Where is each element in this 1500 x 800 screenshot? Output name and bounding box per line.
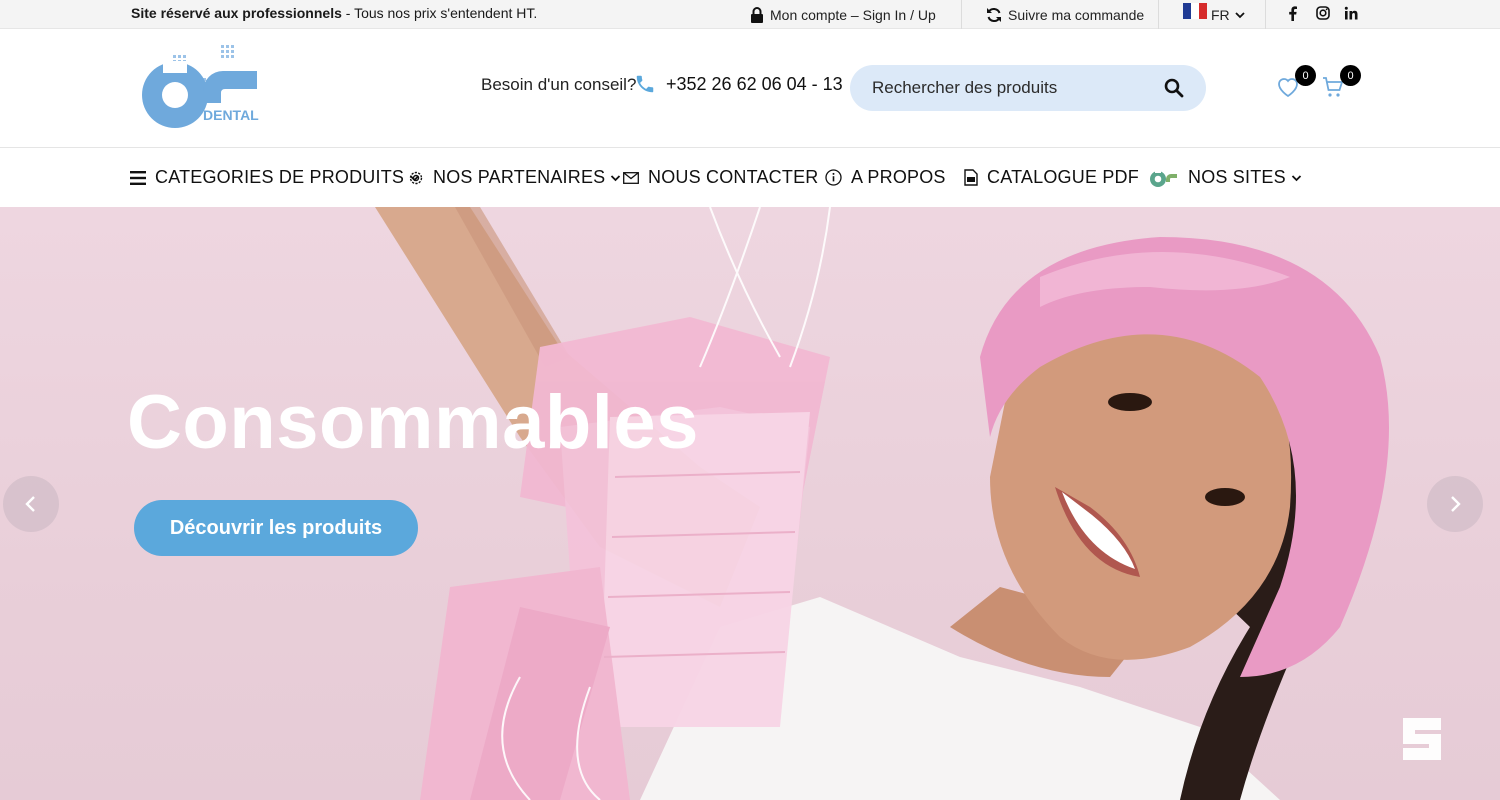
pro-notice: Site réservé aux professionnels - Tous n… (131, 5, 537, 21)
advice-label: Besoin d'un conseil? (481, 75, 637, 94)
nav-partners-label: NOS PARTENAIRES (433, 167, 606, 187)
track-order-label: Suivre ma commande (1008, 6, 1145, 23)
nav-about[interactable]: A PROPOS (825, 148, 946, 207)
svg-text:DENTAL: DENTAL (203, 107, 259, 123)
nav-catalogue-label: CATALOGUE PDF (987, 167, 1139, 187)
nav-contact[interactable]: NOUS CONTACTER (623, 148, 818, 207)
lock-icon (751, 6, 763, 23)
language-selector[interactable]: FR (1183, 0, 1252, 29)
cart-count-badge: 0 (1340, 65, 1361, 86)
nav-about-label: A PROPOS (851, 167, 946, 187)
slider-next-button[interactable] (1427, 476, 1483, 532)
chevron-down-icon (1235, 11, 1245, 18)
phone-link[interactable]: +352 26 62 06 04 - 13 (634, 73, 843, 95)
chevron-right-icon (1451, 496, 1461, 512)
menu-icon (130, 170, 146, 185)
pro-notice-text: - Tous nos prix s'entendent HT. (341, 5, 538, 21)
info-icon (825, 169, 842, 186)
site-header: DENTAL Besoin d'un conseil? +352 26 62 0… (0, 29, 1500, 148)
phone-number: +352 26 62 06 04 - 13 (666, 73, 843, 94)
nav-partners[interactable]: NOS PARTENAIRES (408, 148, 621, 207)
social-links (1288, 0, 1358, 29)
facebook-icon[interactable] (1288, 5, 1302, 24)
language-label: FR (1211, 6, 1230, 23)
nav-catalogue[interactable]: CATALOGUE PDF (964, 148, 1139, 207)
hero-slider: Consommables Découvrir les produits (0, 207, 1500, 800)
account-label: Mon compte – Sign In / Up (770, 6, 936, 23)
nav-contact-label: NOUS CONTACTER (648, 167, 819, 187)
account-link[interactable]: Mon compte – Sign In / Up (750, 0, 936, 29)
nav-categories-label: CATEGORIES DE PRODUITS (155, 167, 405, 187)
hero-title: Consommables (127, 380, 699, 465)
nav-sites-label: NOS SITES (1188, 167, 1286, 187)
france-flag-icon (1183, 2, 1207, 19)
linkedin-icon[interactable] (1344, 6, 1358, 23)
track-order-link[interactable]: Suivre ma commande (986, 0, 1144, 29)
refresh-icon (987, 7, 1001, 22)
site-logo[interactable]: DENTAL (133, 43, 263, 133)
search-icon[interactable] (1164, 78, 1184, 98)
envelope-icon (623, 171, 639, 184)
settings-icon (408, 170, 424, 186)
wishlist-button[interactable]: 0 (1272, 65, 1316, 103)
divider (961, 0, 962, 29)
cart-button[interactable]: 0 (1317, 65, 1361, 103)
search-input[interactable] (872, 78, 1164, 98)
wishlist-count-badge: 0 (1295, 65, 1316, 86)
logo-graphic: DENTAL (142, 45, 259, 128)
top-bar: Site réservé aux professionnels - Tous n… (0, 0, 1500, 29)
chevron-down-icon (610, 174, 621, 182)
phone-icon (636, 75, 654, 93)
slider-prev-button[interactable] (3, 476, 59, 532)
nav-sites[interactable]: NOS SITES (1149, 148, 1302, 207)
pro-notice-bold: Site réservé aux professionnels (131, 5, 342, 21)
search-bar (850, 65, 1206, 111)
main-nav: CATEGORIES DE PRODUITS NOS PARTENAIRES N… (0, 148, 1500, 207)
chevron-left-icon (25, 496, 35, 512)
brand-s-logo-icon (1403, 718, 1441, 760)
pdf-icon (964, 169, 978, 186)
logo-mini-icon (1149, 168, 1179, 188)
divider (1265, 0, 1266, 29)
discover-products-button[interactable]: Découvrir les produits (134, 500, 418, 556)
chevron-down-icon (1291, 174, 1302, 182)
instagram-icon[interactable] (1316, 6, 1330, 23)
nav-categories[interactable]: CATEGORIES DE PRODUITS (130, 148, 420, 207)
divider (1158, 0, 1159, 29)
